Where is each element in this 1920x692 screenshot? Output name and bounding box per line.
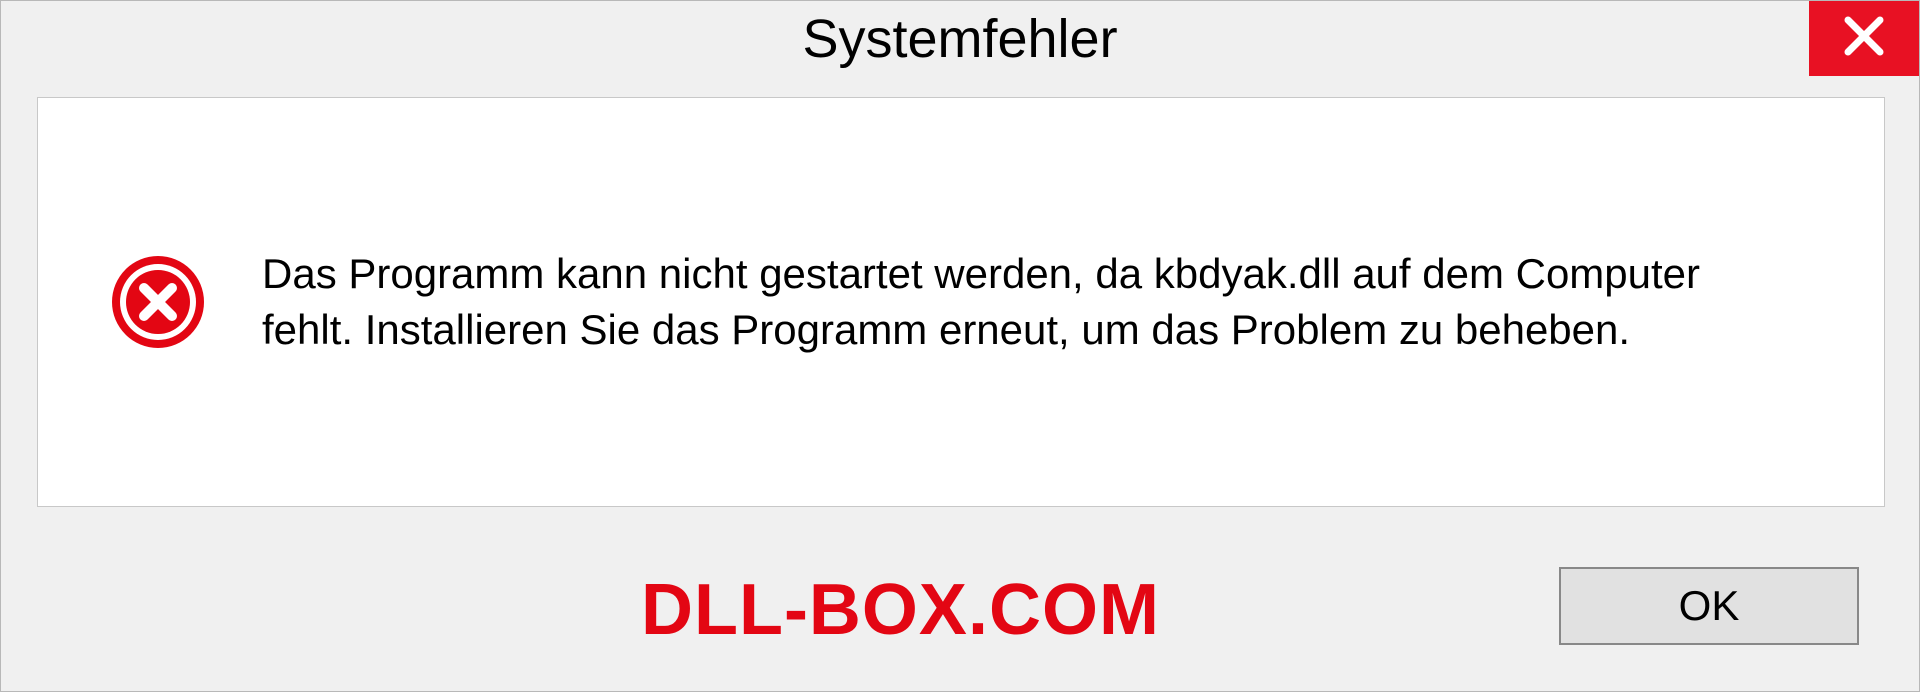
error-message: Das Programm kann nicht gestartet werden… — [262, 246, 1744, 358]
close-icon — [1842, 14, 1886, 63]
titlebar: Systemfehler — [1, 1, 1919, 76]
watermark-text: DLL-BOX.COM — [641, 569, 1160, 651]
error-dialog: Systemfehler Das Programm kann nicht ges… — [0, 0, 1920, 692]
ok-button[interactable]: OK — [1559, 567, 1859, 645]
close-button[interactable] — [1809, 1, 1919, 76]
dialog-title: Systemfehler — [802, 8, 1117, 70]
dialog-footer: DLL-BOX.COM OK — [1, 521, 1919, 691]
error-icon — [110, 254, 206, 350]
content-area: Das Programm kann nicht gestartet werden… — [37, 97, 1885, 507]
